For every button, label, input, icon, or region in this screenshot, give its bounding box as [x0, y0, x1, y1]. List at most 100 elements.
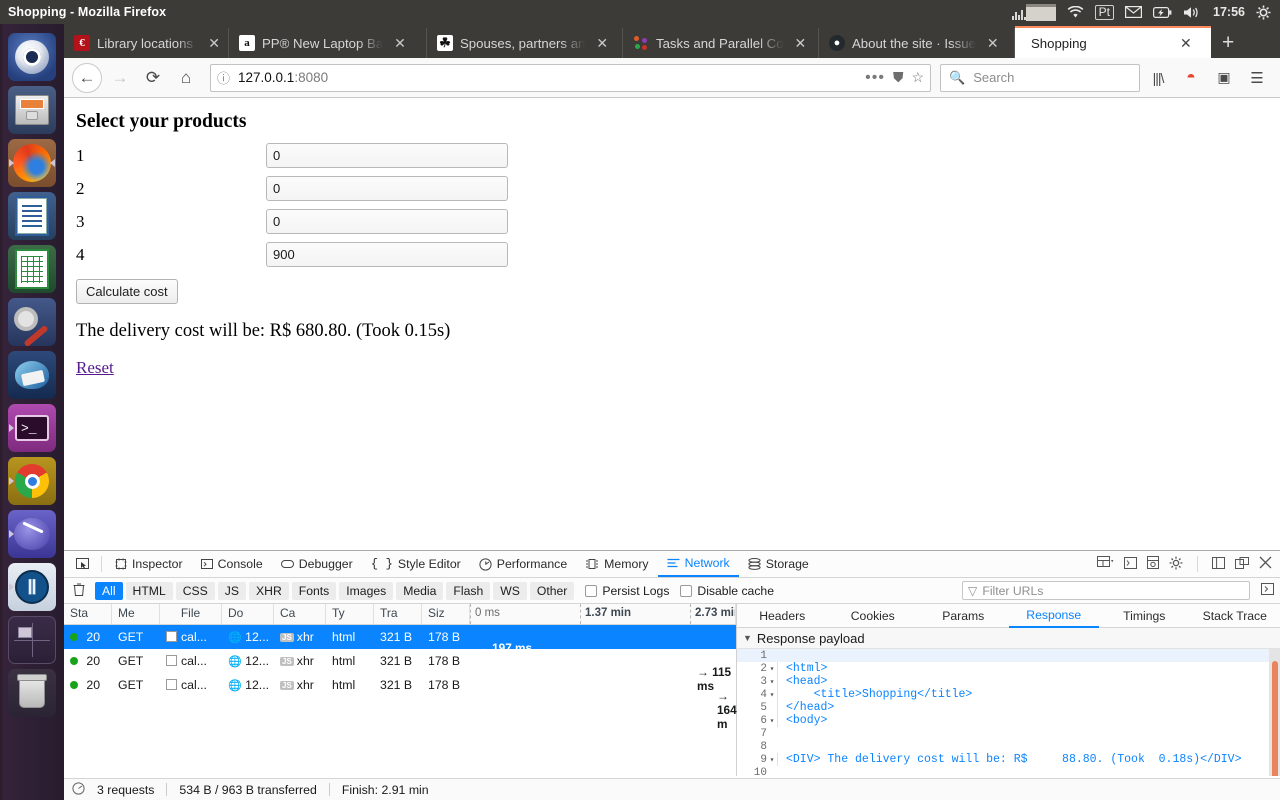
- detail-tab-cookies[interactable]: Cookies: [828, 605, 919, 627]
- tab-close-button[interactable]: ✕: [204, 35, 224, 52]
- search-bar[interactable]: 🔍 Search: [940, 64, 1140, 92]
- dock-window-icon[interactable]: [1235, 557, 1249, 572]
- launcher-item-firefox[interactable]: [8, 139, 56, 187]
- tab-close-button[interactable]: ✕: [1176, 35, 1196, 52]
- detail-tab-headers[interactable]: Headers: [737, 605, 828, 627]
- launcher-item-chrome[interactable]: [8, 457, 56, 505]
- tab-spouses-partners[interactable]: ☘ Spouses, partners an ✕: [427, 28, 623, 58]
- launcher-item-system-tools[interactable]: [8, 298, 56, 346]
- filter-urls-input[interactable]: ▽ Filter URLs: [962, 581, 1250, 600]
- tab-inspector[interactable]: Inspector: [106, 551, 192, 577]
- shield-icon[interactable]: ⛊: [893, 69, 904, 86]
- close-icon[interactable]: [1259, 556, 1272, 572]
- home-icon[interactable]: ⌂: [171, 63, 201, 93]
- pocket-icon[interactable]: ◓: [1176, 63, 1206, 93]
- col-transferred[interactable]: Tra: [374, 604, 422, 624]
- tab-debugger[interactable]: Debugger: [272, 551, 362, 577]
- tab-console[interactable]: Console: [192, 551, 272, 577]
- col-timeline[interactable]: 0 ms 1.37 min 2.73 min: [470, 604, 736, 624]
- col-method[interactable]: Me: [112, 604, 160, 624]
- element-picker-icon[interactable]: [68, 551, 97, 577]
- tab-close-button[interactable]: ✕: [390, 35, 410, 52]
- detail-tab-stack-trace[interactable]: Stack Trace: [1190, 605, 1280, 627]
- tab-pp-new-laptop[interactable]: a PP® New Laptop Ba ✕: [229, 28, 427, 58]
- launcher-item-libreoffice-writer[interactable]: [8, 192, 56, 240]
- launcher-item-emacs[interactable]: [8, 510, 56, 558]
- trash-icon[interactable]: [70, 583, 92, 599]
- library-icon[interactable]: |||\: [1143, 63, 1173, 93]
- tab-shopping[interactable]: Shopping ✕: [1015, 26, 1211, 58]
- gear-icon[interactable]: [1256, 5, 1271, 20]
- table-row[interactable]: 20 GET cal... 🌐 12... JSxhr html: [64, 649, 736, 673]
- line-twisty[interactable]: ▾: [767, 690, 777, 700]
- response-payload-header[interactable]: ▼ Response payload: [737, 628, 1280, 649]
- launcher-item-trash[interactable]: [8, 669, 56, 717]
- launcher-item-app-circle[interactable]: Ⅱ: [8, 563, 56, 611]
- code-scrollbar-thumb[interactable]: [1272, 661, 1278, 776]
- launcher-item-ubuntu-dash[interactable]: [8, 33, 56, 81]
- twisty-icon[interactable]: ▼: [743, 633, 752, 643]
- filter-fonts[interactable]: Fonts: [292, 582, 336, 600]
- product-quantity-input-1[interactable]: [266, 143, 508, 168]
- screenshot-icon[interactable]: [1147, 556, 1159, 572]
- filter-other[interactable]: Other: [530, 582, 574, 600]
- tab-network[interactable]: Network: [658, 551, 739, 577]
- hamburger-menu-icon[interactable]: ☰: [1242, 63, 1272, 93]
- filter-js[interactable]: JS: [218, 582, 246, 600]
- detail-tab-response[interactable]: Response: [1009, 604, 1100, 628]
- tab-storage[interactable]: Storage: [739, 551, 818, 577]
- system-monitor-applet[interactable]: [1012, 4, 1056, 21]
- volume-icon[interactable]: [1183, 6, 1202, 19]
- sidebar-icon[interactable]: ▣: [1209, 63, 1239, 93]
- product-quantity-input-2[interactable]: [266, 176, 508, 201]
- col-status[interactable]: Sta: [64, 604, 112, 624]
- table-row[interactable]: 20 GET cal... 🌐 12... JSxhr html: [64, 673, 736, 697]
- col-domain[interactable]: Do: [222, 604, 274, 624]
- filter-ws[interactable]: WS: [493, 582, 527, 600]
- table-row[interactable]: 20 GET cal... 🌐 12... JSxhr html: [64, 625, 736, 649]
- tab-close-button[interactable]: ✕: [592, 35, 612, 52]
- tab-style-editor[interactable]: { } Style Editor: [362, 551, 470, 577]
- filter-html[interactable]: HTML: [126, 582, 173, 600]
- line-twisty[interactable]: ▾: [767, 716, 777, 726]
- product-quantity-input-3[interactable]: [266, 209, 508, 234]
- info-icon[interactable]: ⓘ: [217, 68, 230, 87]
- filter-media[interactable]: Media: [396, 582, 443, 600]
- star-icon[interactable]: ☆: [911, 69, 924, 86]
- calculate-cost-button[interactable]: Calculate cost: [76, 279, 178, 304]
- tab-performance[interactable]: Performance: [470, 551, 576, 577]
- dock-side-icon[interactable]: [1212, 557, 1225, 572]
- performance-icon[interactable]: [72, 782, 85, 798]
- launcher-item-workspace-switcher[interactable]: [8, 616, 56, 664]
- new-tab-button[interactable]: +: [1211, 28, 1245, 58]
- code-scrollbar[interactable]: [1269, 649, 1280, 776]
- product-quantity-input-4[interactable]: [266, 242, 508, 267]
- split-console-icon[interactable]: [1124, 557, 1137, 572]
- persist-logs-checkbox[interactable]: Persist Logs: [585, 584, 669, 598]
- tab-close-button[interactable]: ✕: [983, 35, 1003, 52]
- clock[interactable]: 17:56: [1213, 5, 1245, 19]
- col-size[interactable]: Siz: [422, 604, 470, 624]
- col-cause[interactable]: Ca: [274, 604, 326, 624]
- col-file[interactable]: File: [160, 604, 222, 624]
- battery-icon[interactable]: [1153, 7, 1172, 18]
- expand-panel-icon[interactable]: [1253, 583, 1274, 598]
- col-type[interactable]: Ty: [326, 604, 374, 624]
- tab-memory[interactable]: Memory: [576, 551, 657, 577]
- back-arrow-icon[interactable]: ←: [72, 63, 102, 93]
- response-payload-code[interactable]: 1 2 ▾ <html> 3 ▾ <head>: [737, 649, 1280, 776]
- line-twisty[interactable]: ▾: [767, 677, 777, 687]
- tab-library-locations[interactable]: € Library locations and ✕: [64, 28, 229, 58]
- detail-tab-params[interactable]: Params: [918, 605, 1009, 627]
- filter-css[interactable]: CSS: [176, 582, 215, 600]
- detail-tab-timings[interactable]: Timings: [1099, 605, 1190, 627]
- url-bar[interactable]: ⓘ 127.0.0.1:8080 ••• ⛊ ☆: [210, 64, 931, 92]
- tab-close-button[interactable]: ✕: [791, 35, 811, 52]
- ellipsis-icon[interactable]: •••: [865, 69, 885, 87]
- filter-all[interactable]: All: [95, 582, 123, 600]
- launcher-item-files[interactable]: [8, 86, 56, 134]
- forward-arrow-icon[interactable]: →: [105, 63, 135, 93]
- disable-cache-checkbox[interactable]: Disable cache: [680, 584, 774, 598]
- tab-about-the-site[interactable]: ● About the site · Issue ✕: [819, 28, 1015, 58]
- filter-xhr[interactable]: XHR: [249, 582, 289, 600]
